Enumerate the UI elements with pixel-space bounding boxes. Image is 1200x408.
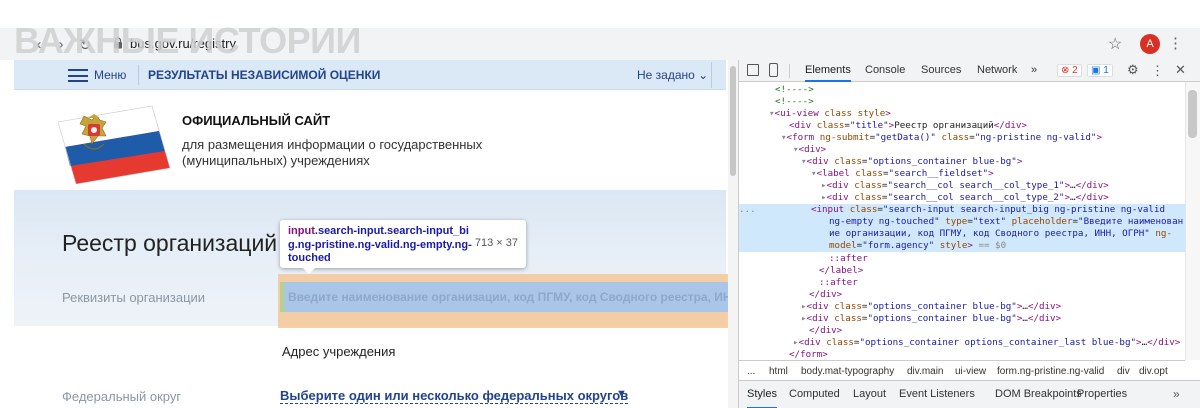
dom-node[interactable]: <!----> bbox=[739, 84, 1185, 96]
region-select-value: Не задано bbox=[637, 68, 695, 82]
breadcrumb-item[interactable]: html bbox=[769, 366, 788, 377]
breadcrumb-item[interactable]: div.main bbox=[907, 366, 944, 377]
device-toolbar-icon[interactable] bbox=[769, 63, 778, 77]
dom-node[interactable]: ▸<div class="search__col search__col_typ… bbox=[739, 192, 1185, 204]
site-subtitle-line1: для размещения информации о государствен… bbox=[182, 137, 483, 152]
more-options-icon[interactable]: ⋮ bbox=[1151, 63, 1164, 79]
website-viewport: Меню РЕЗУЛЬТАТЫ НЕЗАВИСИМОЙ ОЦЕНКИ Не за… bbox=[14, 60, 738, 408]
dom-node[interactable]: ▾<label class="search__fieldset"> bbox=[739, 168, 1185, 180]
tooltip-classes: .search-input.search-input_big.ng-pristi… bbox=[288, 225, 472, 264]
site-subtitle-line2: (муниципальных) учреждениях bbox=[182, 153, 370, 168]
dom-node-selected[interactable]: ... <input class="search-input search-in… bbox=[739, 204, 1185, 252]
browser-menu-icon[interactable]: ⋮ bbox=[1168, 34, 1183, 52]
tab-styles[interactable]: Styles bbox=[747, 388, 777, 408]
breadcrumb-item[interactable]: div bbox=[1117, 366, 1130, 377]
page-title: Реестр организаций bbox=[62, 230, 278, 256]
nav-divider bbox=[711, 62, 712, 88]
dom-tree: <!----> <!----> ▾<ui-view class style> <… bbox=[739, 82, 1185, 360]
chevron-down-icon: ⌄ bbox=[698, 68, 709, 82]
dom-node[interactable]: ▾<div class="options_container blue-bg"> bbox=[739, 156, 1185, 168]
gear-icon[interactable]: ⚙ bbox=[1127, 62, 1139, 78]
dropdown-arrow-icon[interactable]: ▼ bbox=[616, 388, 627, 400]
message-count: 1 bbox=[1103, 65, 1109, 76]
styles-tab-bar: Styles Computed Layout Event Listeners D… bbox=[739, 380, 1200, 408]
menu-button[interactable]: Меню bbox=[94, 68, 126, 82]
tooltip-dimensions: 713 × 37 bbox=[474, 237, 518, 249]
dom-node-line: ... <input class="search-input search-in… bbox=[739, 204, 1166, 215]
more-tabs-button[interactable]: » bbox=[1173, 387, 1180, 401]
dom-node[interactable]: ::after bbox=[739, 253, 1185, 265]
dom-tree-scrollbar-thumb[interactable] bbox=[1188, 90, 1197, 138]
tab-computed[interactable]: Computed bbox=[789, 388, 840, 400]
tab-sources[interactable]: Sources bbox=[921, 64, 961, 76]
toolbar-divider bbox=[789, 64, 790, 78]
tab-dom-breakpoints[interactable]: DOM Breakpoints bbox=[995, 388, 1082, 400]
dom-node[interactable]: ▸<div class="options_container blue-bg">… bbox=[739, 313, 1185, 325]
dom-node[interactable]: ▸<div class="options_container blue-bg">… bbox=[739, 301, 1185, 313]
dom-node[interactable]: ▾<ui-view class style> bbox=[739, 108, 1185, 120]
dom-node[interactable]: ▸<div class="search__col search__col_typ… bbox=[739, 180, 1185, 192]
dom-node[interactable]: <div class="title">Реестр организаций</d… bbox=[739, 120, 1185, 132]
dom-node[interactable]: </label> bbox=[739, 265, 1185, 277]
dom-node[interactable]: <!----> bbox=[739, 96, 1185, 108]
more-tabs-button[interactable]: » bbox=[1031, 64, 1037, 76]
breadcrumb-item[interactable]: ui-view bbox=[955, 366, 986, 377]
tooltip-selector: input.search-input.search-input_big.ng-p… bbox=[288, 225, 474, 266]
dom-node-line: ие организации, код ПГМУ, код Сводного р… bbox=[829, 228, 1172, 239]
tab-elements[interactable]: Elements bbox=[805, 64, 851, 82]
dom-node[interactable]: </div> bbox=[739, 289, 1185, 301]
federal-district-select[interactable]: Выберите один или несколько федеральных … bbox=[280, 388, 629, 404]
federal-district-label: Федеральный округ bbox=[62, 389, 182, 404]
breadcrumb-item[interactable]: div.opt bbox=[1139, 366, 1168, 377]
tooltip-arrow bbox=[302, 267, 316, 274]
tab-properties[interactable]: Properties bbox=[1077, 388, 1127, 400]
bookmark-star-icon[interactable]: ☆ bbox=[1108, 34, 1122, 54]
dom-node[interactable]: ::after bbox=[739, 277, 1185, 289]
watermark-logo: ВАЖНЫЕ ИСТОРИИ bbox=[14, 20, 361, 61]
russian-emblem-logo bbox=[57, 105, 171, 185]
nav-link-results[interactable]: РЕЗУЛЬТАТЫ НЕЗАВИСИМОЙ ОЦЕНКИ bbox=[148, 68, 380, 82]
dom-node-line: model="form.agency" style> == $0 bbox=[829, 240, 1007, 251]
organization-search-input[interactable] bbox=[284, 282, 738, 312]
organization-details-label: Реквизиты организации bbox=[62, 290, 206, 305]
tab-event-listeners[interactable]: Event Listeners bbox=[899, 388, 975, 400]
devtools-panel: Elements Console Sources Network » ⊗ 2 ▣… bbox=[738, 60, 1200, 408]
screenshot-frame: ‹ › ↻ bus.gov.ru/registry ☆ A ⋮ ВАЖНЫЕ И… bbox=[0, 0, 1200, 408]
breadcrumb-item[interactable]: body.mat-typography bbox=[801, 366, 894, 377]
dom-node-line: ng-empty ng-touched" type="text" placeho… bbox=[829, 216, 1184, 227]
address-section-title: Адрес учреждения bbox=[282, 344, 396, 359]
dom-node[interactable]: </div> bbox=[739, 325, 1185, 337]
error-count: 2 bbox=[1072, 65, 1078, 76]
region-select[interactable]: Не задано ⌄ bbox=[637, 68, 708, 82]
breadcrumb-item[interactable]: ... bbox=[747, 366, 755, 377]
site-title: ОФИЦИАЛЬНЫЙ САЙТ bbox=[182, 113, 331, 128]
message-count-badge[interactable]: ▣ 1 bbox=[1087, 64, 1113, 77]
dom-node[interactable]: </form> bbox=[739, 349, 1185, 360]
hamburger-menu-icon[interactable] bbox=[68, 69, 88, 82]
close-icon[interactable]: ✕ bbox=[1175, 62, 1186, 78]
tab-layout[interactable]: Layout bbox=[853, 388, 886, 400]
breadcrumb-item[interactable]: form.ng-pristine.ng-valid bbox=[997, 366, 1104, 377]
dom-node[interactable]: ▾<form ng-submit="getData()" class="ng-p… bbox=[739, 132, 1185, 144]
dom-node[interactable]: ▸<div class="options_container options_c… bbox=[739, 337, 1185, 349]
tooltip-tag: input bbox=[288, 225, 315, 237]
inspect-tooltip: input.search-input.search-input_big.ng-p… bbox=[280, 220, 526, 274]
tab-network[interactable]: Network bbox=[977, 64, 1017, 76]
nav-divider bbox=[138, 65, 139, 85]
tab-console[interactable]: Console bbox=[865, 64, 905, 76]
breadcrumb: ... html body.mat-typography div.main ui… bbox=[739, 360, 1185, 380]
devtools-tab-bar: Elements Console Sources Network » ⊗ 2 ▣… bbox=[739, 60, 1200, 82]
error-count-badge[interactable]: ⊗ 2 bbox=[1057, 64, 1082, 77]
inspect-element-icon[interactable] bbox=[747, 64, 759, 76]
dom-node[interactable]: ▾<div> bbox=[739, 144, 1185, 156]
avatar[interactable]: A bbox=[1140, 34, 1160, 54]
page-scrollbar-thumb[interactable] bbox=[730, 66, 736, 176]
